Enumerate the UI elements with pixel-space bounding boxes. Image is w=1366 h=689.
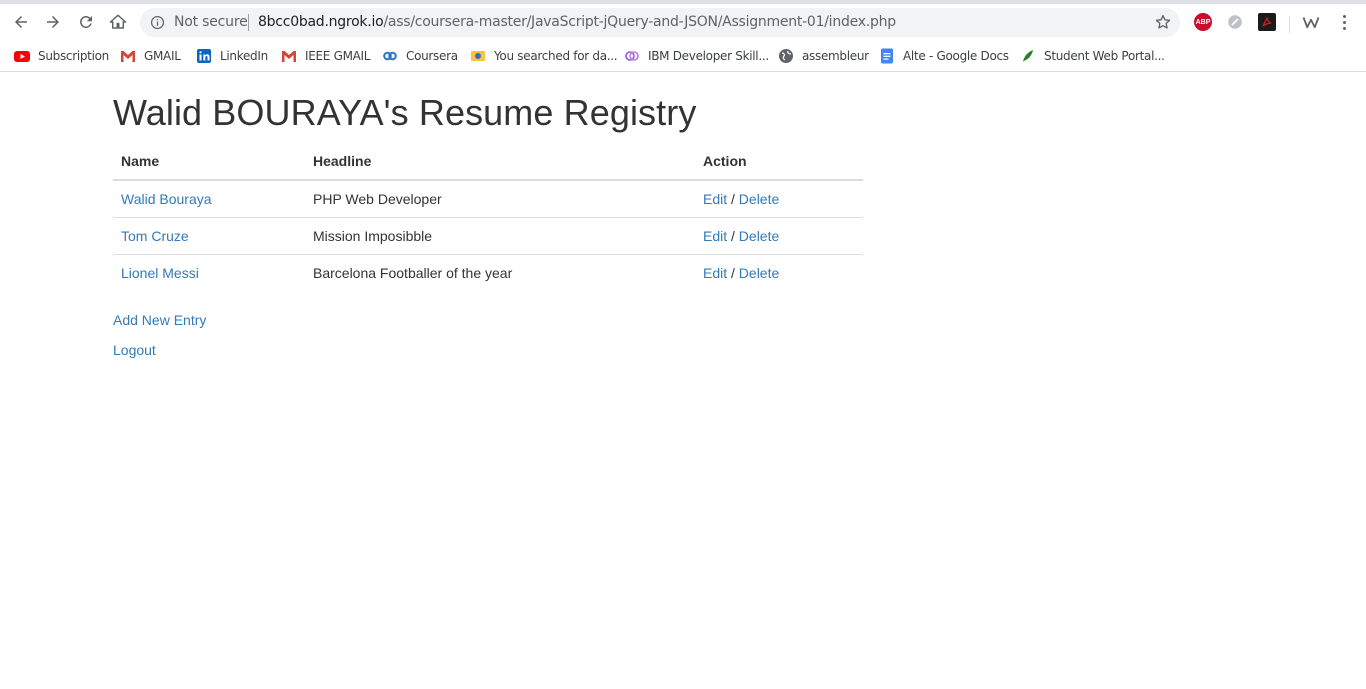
dot-icon (1342, 14, 1346, 18)
bookmark-subscription[interactable]: Subscription (14, 46, 109, 66)
address-divider (248, 14, 249, 31)
bookmark-coursera[interactable]: Coursera (382, 46, 458, 66)
linkedin-icon (196, 48, 212, 64)
url-host: 8bcc0bad.ngrok.io (258, 14, 384, 30)
ibm-icon (624, 48, 640, 64)
url-path: /ass/coursera-master/JavaScript-jQuery-a… (383, 14, 896, 30)
profile-link[interactable]: Tom Cruze (121, 228, 189, 244)
bookmark-label: Coursera (406, 49, 458, 63)
column-header-headline: Headline (305, 143, 695, 181)
table-header-row: Name Headline Action (113, 143, 863, 181)
bookmark-student-portal[interactable]: Student Web Portal... (1020, 46, 1165, 66)
table-row: Lionel Messi Barcelona Footballer of the… (113, 254, 863, 291)
arrow-right-icon (47, 16, 59, 28)
url-text[interactable]: 8bcc0bad.ngrok.io/ass/coursera-master/Ja… (258, 14, 896, 30)
bookmark-assembleur[interactable]: assembleur (778, 46, 869, 66)
column-header-action: Action (695, 143, 863, 181)
delete-link[interactable]: Delete (739, 228, 779, 244)
logout-link[interactable]: Logout (113, 342, 156, 358)
logout-paragraph: Logout (113, 340, 863, 360)
edit-link[interactable]: Edit (703, 228, 727, 244)
edit-link[interactable]: Edit (703, 191, 727, 207)
bookmark-search-result[interactable]: You searched for da... (470, 46, 618, 66)
page-container: Walid BOURAYA's Resume Registry Name Hea… (113, 73, 863, 370)
adblock-extension-icon[interactable]: ABP (1194, 13, 1212, 31)
reload-button[interactable] (73, 9, 99, 35)
bookmark-label: You searched for da... (494, 49, 618, 63)
bookmarks-bar: Subscription GMAIL LinkedIn IEEE GMAIL C… (0, 40, 1366, 72)
blocked-extension-icon[interactable] (1226, 13, 1244, 31)
headline-cell: Mission Imposibble (305, 217, 695, 255)
bookmark-label: LinkedIn (220, 49, 268, 63)
bookmark-ieee-gmail[interactable]: IEEE GMAIL (281, 46, 370, 66)
browser-toolbar: Not secure 8bcc0bad.ngrok.io/ass/courser… (0, 4, 1366, 40)
abp-label: ABP (1195, 18, 1211, 26)
arrow-left-icon (15, 16, 27, 28)
back-button[interactable] (8, 9, 34, 35)
action-separator: / (727, 227, 739, 244)
headline-cell: PHP Web Developer (305, 180, 695, 218)
leaf-icon (1020, 48, 1036, 64)
globe-icon (778, 48, 794, 64)
address-bar[interactable]: Not secure 8bcc0bad.ngrok.io/ass/courser… (140, 8, 1180, 37)
bookmark-label: Subscription (38, 49, 109, 63)
bookmark-linkedin[interactable]: LinkedIn (196, 46, 268, 66)
name-cell: Tom Cruze (113, 217, 305, 255)
forward-button[interactable] (40, 9, 66, 35)
action-separator: / (727, 190, 739, 207)
resume-table: Name Headline Action Walid Bouraya PHP W… (113, 143, 863, 291)
star-icon[interactable] (1154, 13, 1172, 31)
youtube-icon (14, 48, 30, 64)
toolbar-divider (1289, 17, 1290, 33)
headline-cell: Barcelona Footballer of the year (313, 264, 513, 281)
name-cell: Lionel Messi (113, 254, 305, 291)
bookmark-label: IBM Developer Skill... (648, 49, 769, 63)
gmail-icon (120, 48, 136, 64)
table-row: Walid Bouraya PHP Web Developer Edit / D… (113, 180, 863, 218)
add-new-entry-link[interactable]: Add New Entry (113, 312, 206, 328)
home-button[interactable] (105, 9, 131, 35)
google-docs-icon (879, 48, 895, 64)
table-row: Tom Cruze Mission Imposibble Edit / Dele… (113, 217, 863, 255)
security-label[interactable]: Not secure (174, 14, 248, 30)
profile-extension-icon[interactable] (1302, 13, 1320, 31)
bookmark-label: Alte - Google Docs (903, 49, 1009, 63)
edit-link[interactable]: Edit (703, 265, 727, 281)
pdf-extension-icon[interactable] (1258, 13, 1276, 31)
page-actions: Add New Entry Logout (113, 310, 863, 360)
coursera-icon (382, 48, 398, 64)
delete-link[interactable]: Delete (739, 191, 779, 207)
action-cell: Edit / Delete (695, 254, 863, 291)
action-separator: / (727, 264, 739, 281)
dot-icon (1342, 26, 1346, 30)
browser-menu-button[interactable] (1335, 13, 1353, 31)
page-title: Walid BOURAYA's Resume Registry (113, 92, 697, 133)
dot-icon (1342, 20, 1346, 24)
home-icon (109, 14, 127, 29)
bookmark-gmail[interactable]: GMAIL (120, 46, 181, 66)
bookmark-label: GMAIL (144, 49, 181, 63)
search-site-icon (470, 48, 486, 64)
bookmark-google-docs[interactable]: Alte - Google Docs (879, 46, 1009, 66)
delete-link[interactable]: Delete (739, 265, 779, 281)
add-entry-paragraph: Add New Entry (113, 310, 863, 330)
action-cell: Edit / Delete (695, 217, 863, 255)
info-icon[interactable] (150, 15, 165, 30)
name-cell: Walid Bouraya (113, 180, 305, 218)
profile-link[interactable]: Walid Bouraya (121, 191, 212, 207)
bookmark-ibm[interactable]: IBM Developer Skill... (624, 46, 769, 66)
profile-link[interactable]: Lionel Messi (121, 265, 199, 281)
bookmark-label: Student Web Portal... (1044, 49, 1165, 63)
reload-icon (79, 15, 92, 28)
column-header-name: Name (113, 143, 305, 181)
bookmark-label: assembleur (802, 49, 869, 63)
gmail-icon (281, 48, 297, 64)
action-cell: Edit / Delete (695, 180, 863, 218)
bookmark-label: IEEE GMAIL (305, 49, 371, 63)
